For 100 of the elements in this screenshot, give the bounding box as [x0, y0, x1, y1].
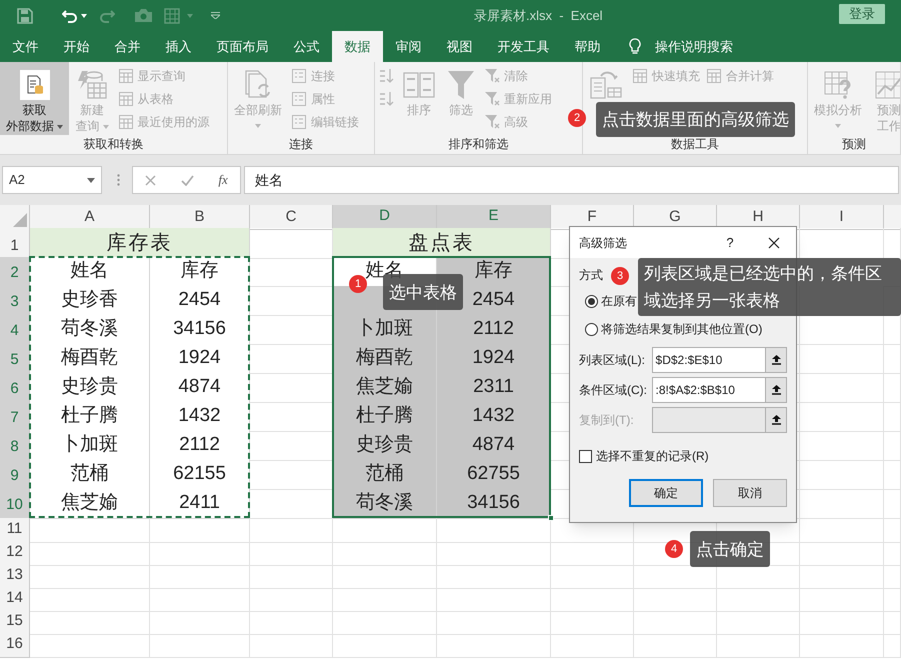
row-header[interactable]: 13	[0, 564, 30, 588]
group-label: 数据工具	[670, 136, 720, 153]
row-header[interactable]: 14	[0, 587, 30, 612]
radio-option[interactable]: 在原有	[585, 291, 637, 311]
insert-function-button[interactable]: fx	[218, 170, 228, 190]
table-cell: 2112	[150, 431, 250, 460]
fill-handle[interactable]	[548, 515, 554, 521]
row-header[interactable]: 1	[0, 228, 30, 259]
cancel-icon[interactable]	[145, 174, 156, 186]
chart-icon	[874, 70, 900, 100]
group-label: 获取和转换	[82, 136, 144, 153]
lightbulb-icon[interactable]	[629, 38, 641, 55]
ribbon-tab[interactable]: 插入	[153, 31, 204, 62]
table-cell: 4874	[150, 373, 250, 402]
row-header[interactable]: 15	[0, 610, 30, 634]
column-header[interactable]: E	[437, 205, 551, 230]
ribbon-tab[interactable]: 页面布局	[204, 31, 281, 62]
group-label: 连接	[288, 136, 314, 153]
ribbon-tab[interactable]: 帮助	[562, 31, 613, 62]
table-cell: 34156	[437, 489, 551, 518]
range-field[interactable]: :8!$A$2:$B$10	[652, 377, 766, 403]
row-header[interactable]: 8	[0, 431, 30, 460]
table-cell: 62755	[437, 460, 551, 490]
radio-button[interactable]	[585, 322, 598, 336]
database-icon	[76, 69, 108, 101]
callout-text: 选中表格	[383, 274, 463, 310]
tell-me-search[interactable]: 操作说明搜索	[655, 31, 733, 62]
caret-icon	[255, 124, 261, 128]
split-columns-icon	[589, 70, 623, 100]
caret-icon	[102, 124, 109, 129]
radio-option[interactable]: 将筛选结果复制到其他位置(O)	[585, 319, 762, 339]
ribbon-button[interactable]: 获取 外部数据	[0, 62, 70, 135]
table-cell: 1924	[437, 344, 551, 374]
row-header[interactable]: 5	[0, 344, 30, 374]
help-button[interactable]: ?	[718, 232, 742, 252]
grid-icon[interactable]	[164, 8, 180, 24]
sort-icon	[403, 72, 435, 98]
table-cell: 2454	[150, 286, 250, 316]
collapse-button[interactable]	[766, 377, 788, 403]
table-icon	[632, 68, 648, 84]
group-label: 预测	[841, 136, 867, 153]
ribbon-tab[interactable]: 公式	[281, 31, 332, 62]
ribbon-tab[interactable]: 数据	[332, 31, 383, 62]
table-cell: 1432	[150, 402, 250, 432]
callout-text: 点击数据里面的高级筛选	[596, 102, 795, 137]
undo-icon[interactable]	[62, 8, 78, 22]
table-cell: 1924	[150, 344, 250, 374]
caret-icon	[835, 124, 841, 128]
table-icon	[118, 68, 134, 84]
table-cell: 1432	[437, 402, 551, 432]
table-title: 库存表	[30, 228, 250, 259]
sign-in-button[interactable]: 登录	[839, 4, 885, 24]
ribbon-tab[interactable]: 合并	[102, 31, 153, 62]
table-icon	[118, 114, 134, 130]
column-header[interactable]: D	[333, 205, 437, 230]
table-title: 盘点表	[333, 228, 551, 259]
table-cell: 杜子腾	[30, 402, 150, 432]
camera-icon[interactable]	[135, 9, 152, 22]
ribbon-tab[interactable]: 开始	[51, 31, 102, 62]
distinct-checkbox[interactable]: 选择不重复的记录(R)	[579, 446, 787, 466]
ribbon-tab[interactable]: 审阅	[383, 31, 434, 62]
row-header[interactable]: 4	[0, 315, 30, 344]
check-icon[interactable]	[180, 174, 194, 186]
row-header[interactable]: 3	[0, 286, 30, 316]
formula-field[interactable]: 姓名	[244, 166, 899, 194]
row-header[interactable]: 12	[0, 541, 30, 566]
row-header[interactable]: 6	[0, 373, 30, 402]
radio-button[interactable]	[585, 294, 598, 308]
name-box[interactable]: A2	[2, 166, 102, 194]
save-icon[interactable]	[17, 8, 33, 24]
row-header[interactable]: 10	[0, 489, 30, 518]
range-field[interactable]: $D$2:$E$10	[652, 347, 766, 373]
collapse-button[interactable]	[766, 347, 788, 373]
redo-icon[interactable]	[99, 8, 115, 22]
ribbon-tab[interactable]: 视图	[434, 31, 485, 62]
table-cell: 2411	[150, 489, 250, 518]
row-header[interactable]: 7	[0, 402, 30, 432]
filter-icon	[484, 114, 500, 130]
row-header[interactable]: 9	[0, 460, 30, 490]
filter-icon	[484, 90, 500, 106]
more-icon[interactable]	[117, 174, 120, 186]
dialog-button[interactable]: 确定	[629, 479, 703, 507]
close-icon[interactable]	[768, 236, 780, 248]
collapse-icon	[772, 385, 781, 395]
ribbon-tab[interactable]: 文件	[0, 31, 51, 62]
row-header[interactable]: 16	[0, 633, 30, 658]
ribbon-tab[interactable]: 开发工具	[485, 31, 562, 62]
column-header[interactable]: I	[800, 205, 884, 230]
row-header[interactable]: 11	[0, 518, 30, 542]
field-label: 复制到(T):	[579, 412, 635, 429]
table-cell: 卜加斑	[333, 315, 437, 344]
caret-icon[interactable]	[81, 14, 87, 18]
customize-icon[interactable]	[211, 12, 220, 19]
collapse-button[interactable]	[766, 407, 788, 433]
document-icon	[291, 68, 307, 84]
table-cell: 梅酉乾	[333, 344, 437, 374]
row-header[interactable]: 2	[0, 257, 30, 286]
caret-icon	[87, 178, 95, 182]
checkbox[interactable]	[579, 450, 592, 462]
dialog-button[interactable]: 取消	[713, 479, 787, 507]
